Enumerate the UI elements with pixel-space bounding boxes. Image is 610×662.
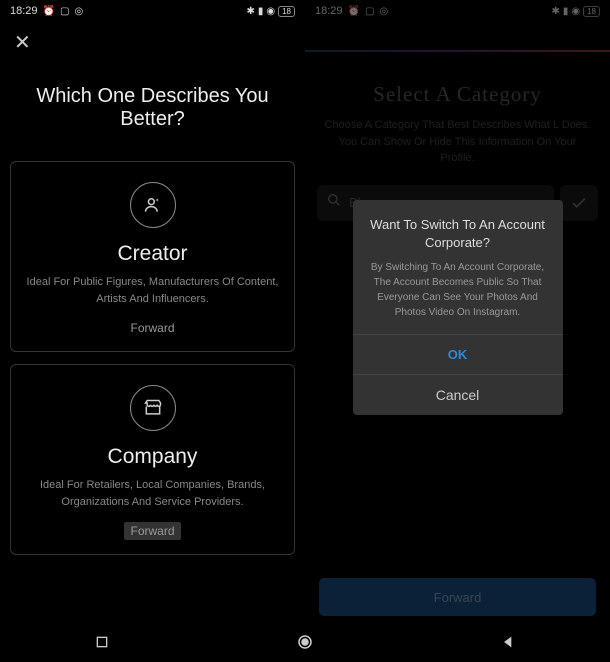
- switch-account-modal: Want To Switch To An Account Corporate? …: [353, 200, 563, 415]
- modal-ok-button[interactable]: OK: [353, 334, 563, 374]
- forward-link[interactable]: Forward: [124, 522, 180, 540]
- page-title: Which One Describes You Better?: [10, 85, 295, 131]
- screen-category: 18:29 ⏰ ▢ ◎ ✱ ▮ ◉ 18 Select A Category C…: [305, 0, 610, 662]
- bluetooth-icon: ✱: [246, 6, 254, 17]
- battery-icon: 18: [278, 6, 295, 17]
- card-title: Company: [26, 445, 279, 469]
- screen-describe: 18:29 ⏰ ▢ ◎ ✱ ▮ ◉ 18 ✕ Which One Describ…: [0, 0, 305, 662]
- android-nav-bar: [0, 622, 610, 662]
- wifi-icon: ◉: [266, 6, 275, 17]
- modal-title: Want To Switch To An Account Corporate?: [353, 216, 563, 252]
- card-desc: Ideal For Public Figures, Manufacturers …: [26, 274, 279, 307]
- signal-icon: ▮: [258, 6, 264, 17]
- card-creator[interactable]: Creator Ideal For Public Figures, Manufa…: [10, 161, 295, 352]
- modal-body: By Switching To An Account Corporate, Th…: [353, 252, 563, 334]
- storefront-icon: [130, 385, 176, 431]
- nav-back-button[interactable]: [496, 630, 520, 654]
- instagram-icon: ◎: [74, 6, 83, 17]
- calendar-icon: ▢: [60, 6, 69, 17]
- status-time: 18:29: [10, 5, 38, 17]
- forward-link[interactable]: Forward: [26, 319, 279, 337]
- modal-cancel-button[interactable]: Cancel: [353, 374, 563, 415]
- card-desc: Ideal For Retailers, Local Companies, Br…: [26, 477, 279, 510]
- modal-overlay: Want To Switch To An Account Corporate? …: [305, 0, 610, 662]
- card-company[interactable]: Company Ideal For Retailers, Local Compa…: [10, 364, 295, 555]
- card-title: Creator: [26, 242, 279, 266]
- nav-home-button[interactable]: [293, 630, 317, 654]
- alarm-icon: ⏰: [43, 6, 55, 17]
- close-button[interactable]: ✕: [0, 22, 305, 63]
- creator-icon: [130, 182, 176, 228]
- nav-recent-button[interactable]: [90, 630, 114, 654]
- status-bar: 18:29 ⏰ ▢ ◎ ✱ ▮ ◉ 18: [0, 0, 305, 22]
